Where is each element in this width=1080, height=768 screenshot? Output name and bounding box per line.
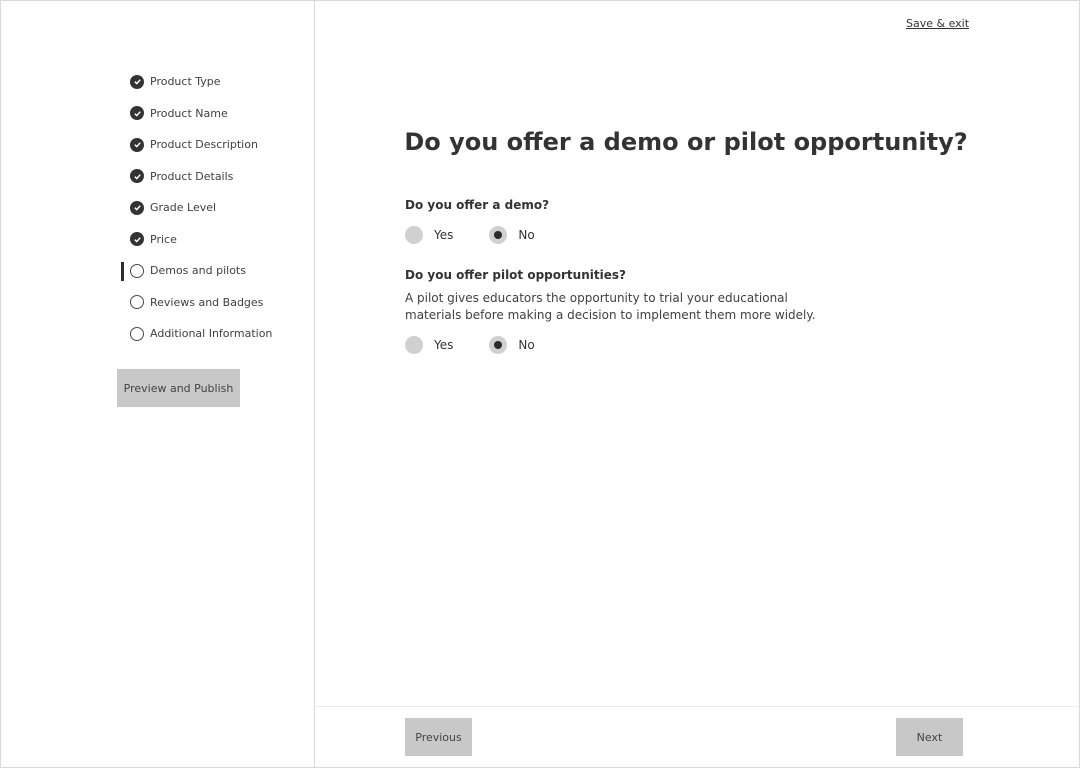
page-title: Do you offer a demo or pilot opportunity… [404,128,968,156]
radio-label: No [518,338,535,352]
step-product-details[interactable]: Product Details [130,161,272,193]
pilot-no-radio[interactable]: No [489,336,535,354]
pilot-radio-group: Yes No [405,336,571,354]
pilot-question-label: Do you offer pilot opportunities? [405,268,626,282]
radio-circle-selected[interactable] [489,226,508,244]
check-circle-icon [130,106,144,121]
demo-no-radio[interactable]: No [489,226,535,244]
empty-circle-icon [130,295,144,310]
radio-label: Yes [434,338,454,352]
demo-radio-group: Yes No [405,226,571,244]
empty-circle-icon [130,326,144,341]
step-product-description[interactable]: Product Description [130,129,272,161]
step-demos-and-pilots[interactable]: Demos and pilots [120,255,272,287]
step-label: Product Type [150,75,221,89]
step-label: Product Name [150,106,228,120]
check-circle-icon [130,169,144,184]
step-price[interactable]: Price [130,224,272,256]
radio-circle[interactable] [405,336,423,354]
pilot-yes-radio[interactable]: Yes [405,336,453,354]
check-circle-icon [130,74,144,89]
next-button[interactable]: Next [896,718,963,756]
step-label: Grade Level [150,201,217,215]
step-grade-level[interactable]: Grade Level [130,192,272,224]
step-label: Product Details [150,169,234,183]
radio-circle-selected[interactable] [489,336,508,354]
step-reviews-and-badges[interactable]: Reviews and Badges [130,287,272,319]
radio-label: No [518,228,535,242]
step-list: Product Type Product Name Product Descri… [120,66,272,350]
save-and-exit-link[interactable]: Save & exit [906,17,969,30]
demo-question-label: Do you offer a demo? [405,198,550,212]
check-circle-icon [130,232,144,247]
pilot-helper-text: A pilot gives educators the opportunity … [405,291,816,322]
step-label: Reviews and Badges [150,295,264,309]
step-label: Price [150,232,177,246]
step-label: Product Description [150,138,258,152]
step-additional-information[interactable]: Additional Information [130,318,272,350]
check-circle-icon [130,137,144,152]
check-circle-icon [130,200,144,215]
radio-circle[interactable] [405,226,423,244]
radio-label: Yes [434,228,454,242]
step-product-type[interactable]: Product Type [130,66,272,98]
empty-circle-icon [130,263,144,278]
progress-sidebar: Product Type Product Name Product Descri… [0,0,315,768]
step-product-name[interactable]: Product Name [130,98,272,130]
step-label: Additional Information [150,327,273,341]
step-label: Demos and pilots [150,264,246,278]
demo-yes-radio[interactable]: Yes [405,226,453,244]
preview-and-publish-button[interactable]: Preview and Publish [117,369,240,407]
previous-button[interactable]: Previous [405,718,472,756]
